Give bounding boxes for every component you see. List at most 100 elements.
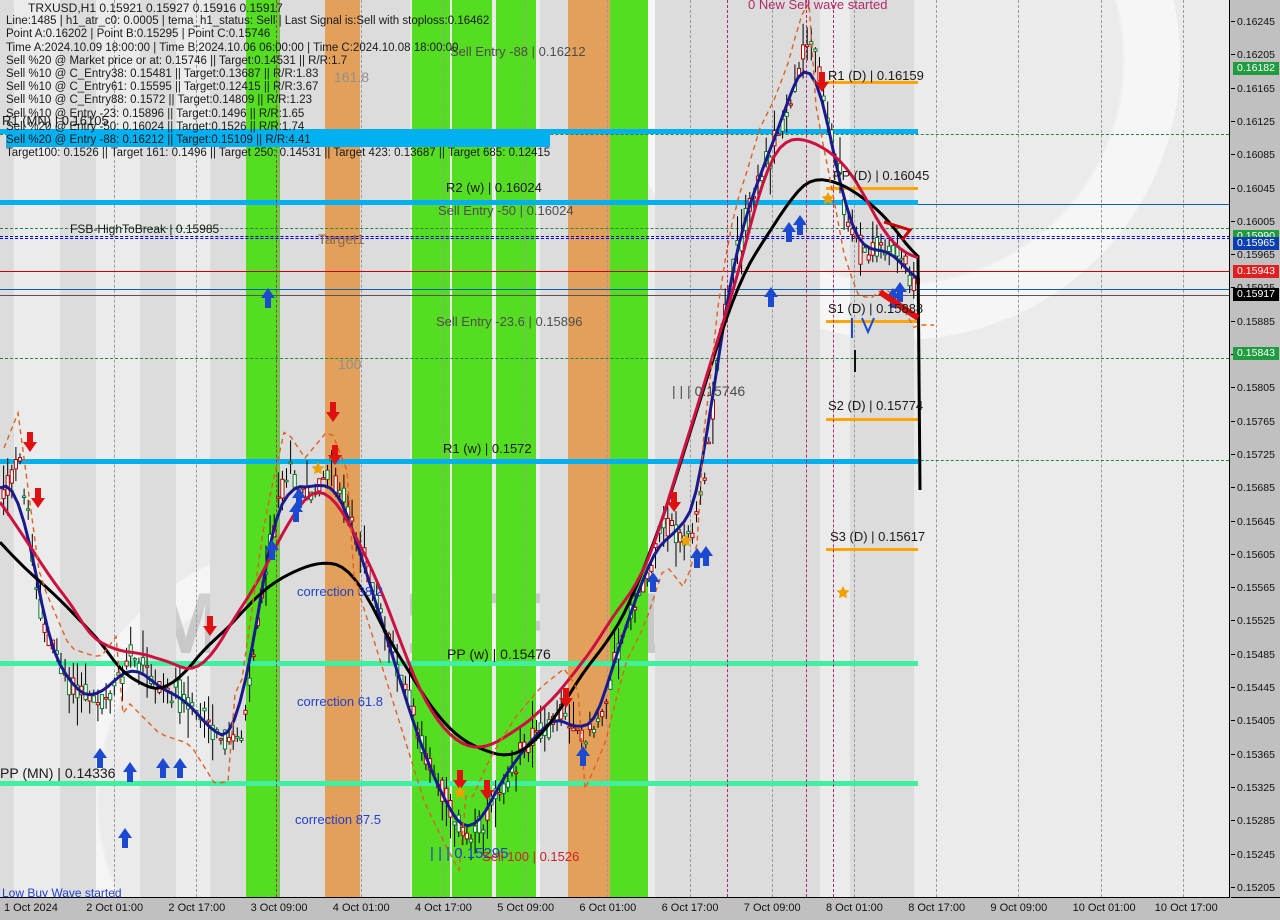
info-row: Sell %20 @ Entry -50: 0.16024 || Target:… <box>6 120 305 133</box>
info-row: Point A:0.16202 | Point B:0.15295 | Poin… <box>6 28 271 41</box>
info-row: Sell %10 @ C_Entry88: 0.1572 || Target:0… <box>6 94 312 107</box>
chart-canvas: MAXIZITRADE <box>0 0 1229 897</box>
time-scale[interactable]: 1 Oct 2024 2 Oct 01:00 2 Oct 17:00 3 Oct 09… <box>0 899 1280 920</box>
info-row: Sell %20 @ Market price or at: 0.15746 |… <box>6 54 348 67</box>
price-scale[interactable]: 0.16245 0.16205 0.16165 0.16125 0.16085 0.160… <box>1231 0 1280 898</box>
time-tick: 3 Oct 09:00 <box>250 902 308 914</box>
fsb-dashed-line <box>0 236 1229 237</box>
price-tick: 0.15445 <box>1231 682 1280 694</box>
price-tick: 0.15885 <box>1231 316 1280 328</box>
label-point-c: | | | 0.15746 <box>672 383 746 399</box>
time-tick: 5 Oct 09:00 <box>497 902 555 914</box>
price-tick: 0.16045 <box>1231 183 1280 195</box>
info-row: Sell %20 @ Entry -88: 0.16212 || Target:… <box>6 134 551 148</box>
label-pp-mn: PP (MN) | 0.14336 <box>0 765 116 781</box>
wave-separator <box>727 0 728 897</box>
price-tick: 0.15965 <box>1231 249 1280 261</box>
info-row: Sell %10 @ C_Entry61: 0.15595 || Target:… <box>6 81 319 94</box>
info-symbol-line: TRXUSD,H1 0.15921 0.15927 0.15916 0.1591… <box>28 1 283 15</box>
fsb-dashed-line-2 <box>0 238 1229 239</box>
label-r2-w: R2 (w) | 0.16024 <box>446 180 542 195</box>
label-correction-618: correction 61.8 <box>297 694 383 709</box>
price-tick: 0.15725 <box>1231 449 1280 461</box>
label-fsb-hightobreak: FSB-HighToBreak | 0.15985 <box>70 222 220 236</box>
price-tick: 0.15245 <box>1231 849 1280 861</box>
price-tick: 0.15645 <box>1231 516 1280 528</box>
time-tick: 6 Oct 17:00 <box>661 902 719 914</box>
price-tick: 0.16205 <box>1231 49 1280 61</box>
price-tick: 0.15485 <box>1231 649 1280 661</box>
chart-window: MAXIZITRADE <box>0 0 1280 920</box>
wave-separator <box>806 0 807 897</box>
chart-info-panel: TRXUSD,H1 0.15921 0.15927 0.15916 0.1591… <box>6 1 551 160</box>
info-row: Sell %10 @ Entry -23: 0.15896 || Target:… <box>6 107 305 120</box>
price-tick: 0.15285 <box>1231 815 1280 827</box>
label-low-buy-wave: Low Buy Wave started <box>2 886 122 898</box>
info-rows: Line:1485 | h1_atr_c0: 0.0005 | tema_h1_… <box>6 15 551 148</box>
info-row: Line:1485 | h1_atr_c0: 0.0005 | tema_h1_… <box>6 15 490 28</box>
level-line-pp-mn <box>0 781 918 786</box>
label-sell-entry-236: Sell Entry -23.6 | 0.15896 <box>436 314 583 329</box>
label-pp-d: PP (D) | 0.16045 <box>833 168 930 183</box>
price-tick: 0.16005 <box>1231 216 1280 228</box>
price-badge-level-1: 0.16182 <box>1233 62 1279 75</box>
label-pp-w: PP (w) | 0.15476 <box>447 646 551 662</box>
time-tick: 4 Oct 17:00 <box>415 902 472 914</box>
hgrid-line <box>0 358 1229 359</box>
price-badge-level-4: 0.15843 <box>1233 347 1279 360</box>
price-tick: 0.15525 <box>1231 615 1280 627</box>
price-tick: 0.15365 <box>1231 749 1280 761</box>
level-line-pp-d <box>826 187 918 190</box>
time-tick: 10 Oct 17:00 <box>1154 902 1218 914</box>
price-tick: 0.15405 <box>1231 715 1280 727</box>
price-tick: 0.15325 <box>1231 782 1280 794</box>
info-row: Time A:2024.10.09 18:00:00 | Time B:2024… <box>6 41 459 54</box>
time-tick: 9 Oct 09:00 <box>990 902 1048 914</box>
price-badge-level-3: 0.15965 <box>1233 237 1279 250</box>
label-fib-100: 100 <box>338 356 362 372</box>
time-tick: 2 Oct 01:00 <box>86 902 144 914</box>
ask-price-line <box>0 271 1229 272</box>
label-sell-100: Sell 100 | 0.1526 <box>482 849 580 864</box>
price-tick: 0.15565 <box>1231 582 1280 594</box>
label-correction-875: correction 87.5 <box>295 812 381 827</box>
price-tick: 0.16245 <box>1231 16 1280 28</box>
label-r1-d: R1 (D) | 0.16159 <box>828 68 924 83</box>
bid-price-line <box>0 295 1229 296</box>
price-tick: 0.16125 <box>1231 116 1280 128</box>
price-tick: 0.15205 <box>1231 882 1280 894</box>
level-line-s2-d <box>826 418 918 421</box>
label-s2-d: S2 (D) | 0.15774 <box>828 398 924 413</box>
label-correction-382: correction 38.2 <box>297 584 383 599</box>
blue-reference-line-2 <box>0 289 1229 290</box>
label-r1-w: R1 (w) | 0.1572 <box>443 441 532 456</box>
price-badge-ask: 0.15943 <box>1233 265 1279 278</box>
time-tick: 1 Oct 2024 <box>4 902 58 914</box>
price-tick: 0.15605 <box>1231 549 1280 561</box>
info-targets-line: Target100: 0.1526 || Target 161: 0.1496 … <box>6 147 551 160</box>
price-tick: 0.16085 <box>1231 149 1280 161</box>
level-line-s3-d <box>826 548 918 551</box>
price-tick: 0.16165 <box>1231 83 1280 95</box>
time-tick: 8 Oct 17:00 <box>908 902 966 914</box>
time-tick: 6 Oct 01:00 <box>579 902 637 914</box>
wave-separator <box>833 0 834 897</box>
time-tick: 8 Oct 01:00 <box>826 902 883 914</box>
time-tick: 4 Oct 01:00 <box>332 902 390 914</box>
label-new-sell-wave: 0 New Sell wave started <box>748 0 888 12</box>
info-row: Sell %10 @ C_Entry38: 0.15481 || Target:… <box>6 68 319 81</box>
price-tick: 0.15805 <box>1231 382 1280 394</box>
level-line-r1-w <box>0 459 918 464</box>
label-s3-d: S3 (D) | 0.15617 <box>830 529 926 544</box>
price-badge-bid: 0.15917 <box>1233 288 1279 301</box>
time-tick: 10 Oct 01:00 <box>1072 902 1136 914</box>
label-sell-entry-50: Sell Entry -50 | 0.16024 <box>438 203 574 218</box>
price-tick: 0.15765 <box>1231 416 1280 428</box>
time-tick: 2 Oct 17:00 <box>168 902 226 914</box>
level-line-s1-d <box>826 320 918 323</box>
label-target1: Target1 <box>318 231 365 247</box>
time-tick: 7 Oct 09:00 <box>743 902 801 914</box>
label-s1-d: S1 (D) | 0.15888 <box>828 301 924 316</box>
chart-plot-area[interactable]: MAXIZITRADE <box>0 0 1230 898</box>
price-tick: 0.15685 <box>1231 482 1280 494</box>
